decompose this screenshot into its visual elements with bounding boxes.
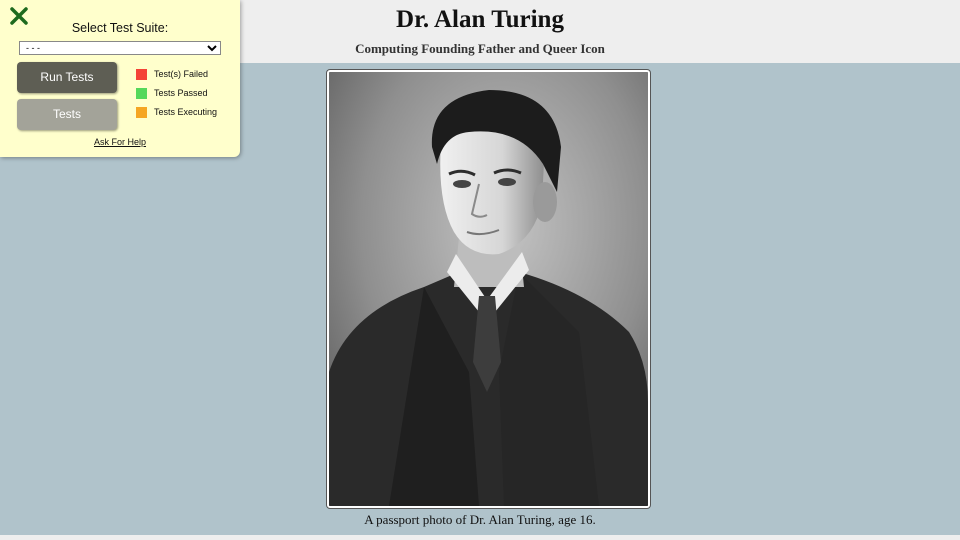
test-suite-select[interactable]: - - - <box>19 41 221 55</box>
portrait-photo <box>327 70 650 508</box>
ask-for-help-link[interactable]: Ask For Help <box>0 137 240 147</box>
legend-passed-label: Tests Passed <box>154 88 208 98</box>
passed-swatch <box>136 88 147 99</box>
test-runner-panel: Select Test Suite: - - - Run Tests Tests… <box>0 0 240 157</box>
executing-swatch <box>136 107 147 118</box>
tests-button[interactable]: Tests <box>17 99 117 130</box>
select-test-suite-label: Select Test Suite: <box>71 21 169 35</box>
failed-swatch <box>136 69 147 80</box>
run-tests-button[interactable]: Run Tests <box>17 62 117 93</box>
photo-caption: A passport photo of Dr. Alan Turing, age… <box>364 512 596 527</box>
bottom-strip <box>0 535 960 540</box>
portrait-image <box>329 72 648 506</box>
legend-failed-label: Test(s) Failed <box>154 69 209 79</box>
legend-executing-label: Tests Executing <box>154 107 218 117</box>
